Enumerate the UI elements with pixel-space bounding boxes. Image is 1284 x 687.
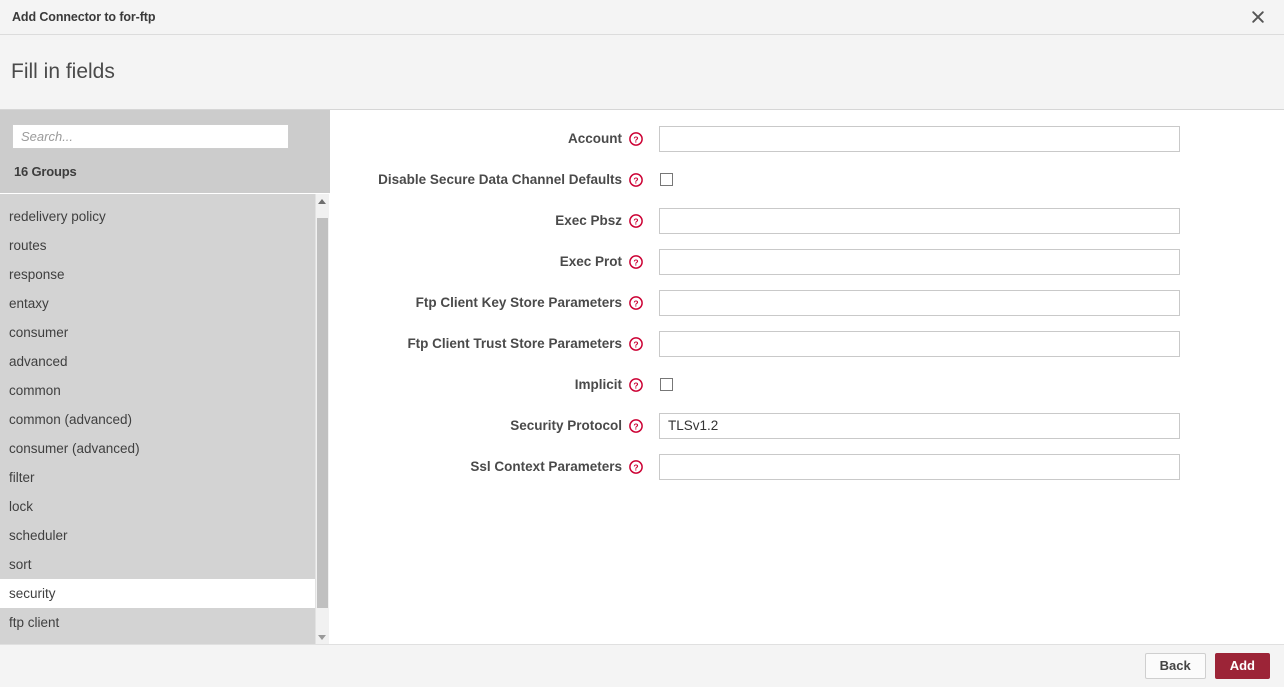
field-label: Exec Pbsz bbox=[330, 213, 622, 228]
svg-text:?: ? bbox=[633, 175, 638, 185]
help-circle-icon[interactable]: ? bbox=[622, 296, 650, 310]
account-input[interactable] bbox=[659, 126, 1180, 152]
field-control bbox=[650, 126, 1284, 152]
form-row-implicit: Implicit ? bbox=[330, 364, 1284, 405]
sidebar-item-filter[interactable]: filter bbox=[0, 463, 315, 492]
sidebar-item-entaxy[interactable]: entaxy bbox=[0, 289, 315, 318]
form-row-exec-prot: Exec Prot ? bbox=[330, 241, 1284, 282]
field-control bbox=[650, 208, 1284, 234]
help-circle-icon[interactable]: ? bbox=[622, 460, 650, 474]
field-label: Security Protocol bbox=[330, 418, 622, 433]
sidebar-header: 16 Groups bbox=[0, 110, 330, 194]
ftp-client-key-store-parameters-input[interactable] bbox=[659, 290, 1180, 316]
implicit-checkbox[interactable] bbox=[660, 378, 673, 391]
field-control bbox=[650, 249, 1284, 275]
sidebar-item-common[interactable]: common bbox=[0, 376, 315, 405]
field-label: Ftp Client Trust Store Parameters bbox=[330, 336, 622, 351]
help-circle-icon[interactable]: ? bbox=[622, 255, 650, 269]
scrollbar-track[interactable] bbox=[316, 208, 329, 630]
svg-text:?: ? bbox=[633, 134, 638, 144]
sidebar-item-consumer[interactable]: consumer bbox=[0, 318, 315, 347]
sidebar-item-scheduler[interactable]: scheduler bbox=[0, 521, 315, 550]
sidebar-item-security[interactable]: security bbox=[0, 579, 315, 608]
help-circle-icon[interactable]: ? bbox=[622, 214, 650, 228]
form-row-security-protocol: Security Protocol ? bbox=[330, 405, 1284, 446]
form-row-disable-secure-data-channel-defaults: Disable Secure Data Channel Defaults ? bbox=[330, 159, 1284, 200]
svg-text:?: ? bbox=[633, 339, 638, 349]
sidebar-item-ftp-client[interactable]: ftp client bbox=[0, 608, 315, 637]
help-circle-icon[interactable]: ? bbox=[622, 337, 650, 351]
exec-pbsz-input[interactable] bbox=[659, 208, 1180, 234]
field-control bbox=[650, 331, 1284, 357]
dialog-title: Add Connector to for-ftp bbox=[12, 10, 155, 24]
dialog-body: 16 Groups redelivery policy routes respo… bbox=[0, 110, 1284, 644]
field-label: Ftp Client Key Store Parameters bbox=[330, 295, 622, 310]
svg-text:?: ? bbox=[633, 298, 638, 308]
form-row-ssl-context-parameters: Ssl Context Parameters ? bbox=[330, 446, 1284, 487]
form-row-account: Account ? bbox=[330, 118, 1284, 159]
fields-form: Account ? Disable Secure Data Channel De… bbox=[330, 110, 1284, 644]
field-control bbox=[650, 454, 1284, 480]
field-control bbox=[650, 173, 1284, 186]
dialog-footer: Back Add bbox=[0, 644, 1284, 687]
page-title: Fill in fields bbox=[11, 60, 115, 84]
search-input[interactable] bbox=[12, 124, 289, 149]
svg-text:?: ? bbox=[633, 380, 638, 390]
form-row-exec-pbsz: Exec Pbsz ? bbox=[330, 200, 1284, 241]
groups-sidebar: 16 Groups redelivery policy routes respo… bbox=[0, 110, 330, 644]
field-label: Exec Prot bbox=[330, 254, 622, 269]
field-control bbox=[650, 290, 1284, 316]
chevron-up-icon[interactable] bbox=[316, 194, 329, 208]
scrollbar-thumb[interactable] bbox=[317, 218, 328, 608]
field-label: Ssl Context Parameters bbox=[330, 459, 622, 474]
sidebar-item-common-advanced[interactable]: common (advanced) bbox=[0, 405, 315, 434]
svg-text:?: ? bbox=[633, 421, 638, 431]
svg-text:?: ? bbox=[633, 462, 638, 472]
svg-text:?: ? bbox=[633, 257, 638, 267]
form-row-ftp-client-trust-store-parameters: Ftp Client Trust Store Parameters ? bbox=[330, 323, 1284, 364]
help-circle-icon[interactable]: ? bbox=[622, 419, 650, 433]
sidebar-item-response[interactable]: response bbox=[0, 260, 315, 289]
help-circle-icon[interactable]: ? bbox=[622, 173, 650, 187]
disable-secure-data-channel-defaults-checkbox[interactable] bbox=[660, 173, 673, 186]
add-connector-dialog: Add Connector to for-ftp Fill in fields … bbox=[0, 0, 1284, 687]
sidebar-item-routes[interactable]: routes bbox=[0, 231, 315, 260]
form-row-ftp-client-key-store-parameters: Ftp Client Key Store Parameters ? bbox=[330, 282, 1284, 323]
groups-list-region: redelivery policy routes response entaxy… bbox=[0, 194, 330, 644]
field-label: Implicit bbox=[330, 377, 622, 392]
security-protocol-input[interactable] bbox=[659, 413, 1180, 439]
search-wrapper bbox=[0, 124, 330, 149]
step-header: Fill in fields bbox=[0, 35, 1284, 110]
dialog-titlebar: Add Connector to for-ftp bbox=[0, 0, 1284, 35]
sidebar-item-lock[interactable]: lock bbox=[0, 492, 315, 521]
sidebar-item-advanced[interactable]: advanced bbox=[0, 347, 315, 376]
help-circle-icon[interactable]: ? bbox=[622, 378, 650, 392]
groups-list: redelivery policy routes response entaxy… bbox=[0, 194, 315, 644]
help-circle-icon[interactable]: ? bbox=[622, 132, 650, 146]
svg-text:?: ? bbox=[633, 216, 638, 226]
sidebar-item-sort[interactable]: sort bbox=[0, 550, 315, 579]
exec-prot-input[interactable] bbox=[659, 249, 1180, 275]
field-control bbox=[650, 413, 1284, 439]
ssl-context-parameters-input[interactable] bbox=[659, 454, 1180, 480]
ftp-client-trust-store-parameters-input[interactable] bbox=[659, 331, 1180, 357]
sidebar-item-redelivery-policy[interactable]: redelivery policy bbox=[0, 202, 315, 231]
sidebar-item-consumer-advanced[interactable]: consumer (advanced) bbox=[0, 434, 315, 463]
add-button[interactable]: Add bbox=[1215, 653, 1270, 679]
field-control bbox=[650, 378, 1284, 391]
chevron-down-icon[interactable] bbox=[316, 630, 329, 644]
groups-list-scrollbar[interactable] bbox=[315, 194, 328, 644]
field-label: Account bbox=[330, 131, 622, 146]
close-icon[interactable] bbox=[1238, 0, 1278, 34]
field-label: Disable Secure Data Channel Defaults bbox=[330, 172, 622, 187]
groups-count-label: 16 Groups bbox=[0, 149, 330, 193]
back-button[interactable]: Back bbox=[1145, 653, 1206, 679]
